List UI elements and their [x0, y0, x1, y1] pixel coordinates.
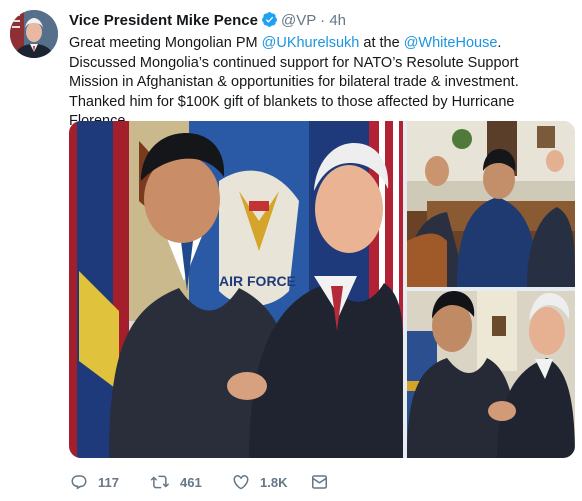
envelope-icon [310, 473, 329, 491]
tweet: Vice President Mike Pence @VP · 4h Great … [0, 0, 582, 501]
author-name[interactable]: Vice President Mike Pence [69, 12, 258, 29]
heart-icon [232, 473, 250, 491]
reply-count: 117 [98, 474, 119, 490]
reply-icon [70, 473, 88, 491]
direct-message-button[interactable] [310, 470, 329, 494]
main-handshake-photo[interactable]: AIR FORCE [69, 121, 403, 458]
meeting-table-photo[interactable] [407, 121, 575, 287]
tweet-text-part: Great meeting Mongolian PM [69, 35, 262, 51]
retweet-count: 461 [180, 474, 202, 490]
tweet-text: Great meeting Mongolian PM @UKhurelsukh … [69, 34, 569, 132]
media-grid: AIR FORCE [69, 121, 575, 458]
handshake-closeup-photo[interactable] [407, 291, 575, 458]
retweet-icon [150, 473, 170, 491]
reply-button[interactable]: 117 [70, 470, 119, 494]
mention-link-whitehouse[interactable]: @WhiteHouse [404, 35, 498, 51]
tweet-text-part: at the [359, 35, 404, 51]
author-handle[interactable]: @VP [281, 12, 316, 29]
tweet-header: Vice President Mike Pence @VP · 4h [69, 11, 346, 33]
tweet-timestamp[interactable]: 4h [329, 12, 346, 29]
like-count: 1.8K [260, 474, 288, 490]
tweet-actions: 117 461 1.8K [70, 470, 490, 494]
svg-text:AIR FORCE: AIR FORCE [219, 273, 296, 289]
mention-link-ukhurelsukh[interactable]: @UKhurelsukh [262, 35, 360, 51]
retweet-button[interactable]: 461 [150, 470, 202, 494]
like-button[interactable]: 1.8K [232, 470, 287, 494]
author-avatar[interactable] [10, 10, 58, 58]
verified-badge-icon [261, 11, 278, 33]
separator-dot: · [320, 12, 326, 29]
